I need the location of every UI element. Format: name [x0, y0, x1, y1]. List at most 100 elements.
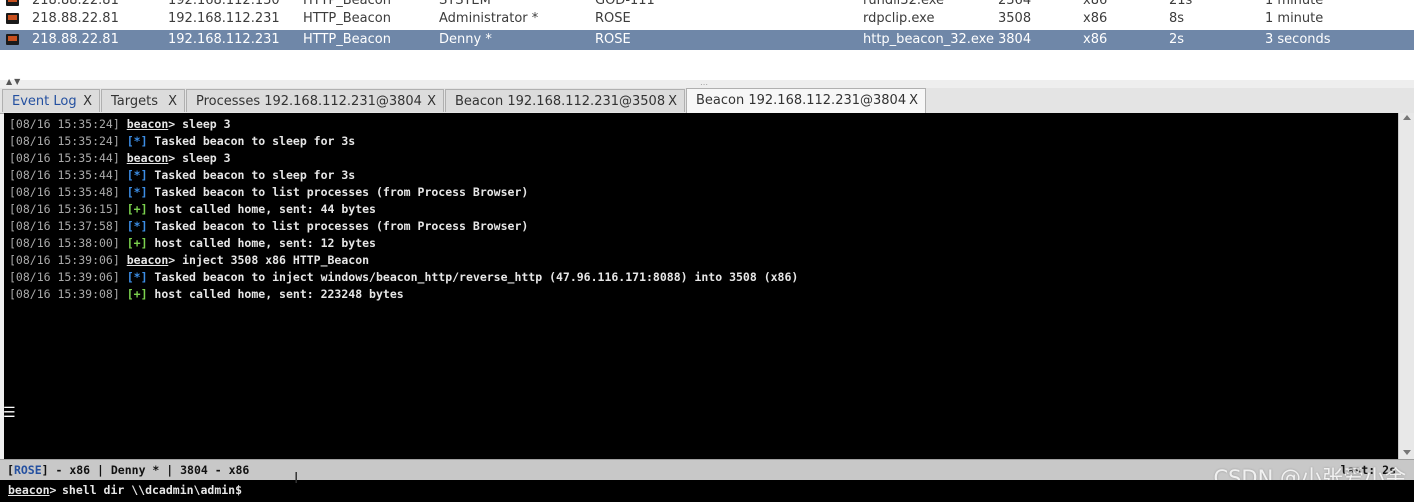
tab-bar: Event Log X Targets X Processes 192.168.112.… [0, 88, 1414, 114]
tab-2[interactable]: Targets X [101, 89, 185, 112]
tab-5[interactable]: Beacon 192.168.112.231@3804 X [686, 88, 926, 113]
scroll-down-icon[interactable] [1403, 450, 1411, 455]
close-icon[interactable]: X [427, 90, 436, 113]
console-success-marker: [+] [126, 236, 148, 250]
session-internal-ip: 192.168.112.231 [168, 11, 280, 26]
session-computer: ROSE [595, 32, 631, 47]
console-timestamp: [08/16 15:35:24] [9, 117, 120, 131]
console-success-marker: [+] [126, 287, 148, 301]
session-process: http_beacon_32.exe [863, 32, 994, 47]
tab-label: Targets [111, 94, 158, 109]
console-line: [08/16 15:39:06] [*] Tasked beacon to in… [9, 269, 798, 286]
console-text: Tasked beacon to list processes (from Pr… [147, 219, 529, 233]
session-listener: HTTP_Beacon [303, 32, 391, 47]
command-bar: beacon> [0, 480, 1414, 502]
input-prompt-label: beacon [8, 483, 50, 497]
console-text: > inject 3508 x86 HTTP_Beacon [168, 253, 370, 267]
console-timestamp: [08/16 15:39:06] [9, 253, 120, 267]
console-info-marker: [*] [126, 185, 148, 199]
close-icon[interactable]: X [668, 90, 677, 113]
command-input[interactable] [62, 481, 1402, 499]
console-line: [08/16 15:36:15] [+] host called home, s… [9, 201, 798, 218]
console-text: Tasked beacon to list processes (from Pr… [147, 185, 529, 199]
input-prompt: beacon> [8, 480, 56, 500]
tab-3[interactable]: Processes 192.168.112.231@3804 X [186, 89, 444, 112]
splitter-arrows-icon[interactable]: ▲▼ [6, 77, 22, 86]
console-timestamp: [08/16 15:39:08] [9, 287, 120, 301]
console-line: [08/16 15:39:06] beacon> inject 3508 x86… [9, 252, 798, 269]
console-line: [08/16 15:35:24] beacon> sleep 3 [9, 116, 798, 133]
session-user: Denny * [439, 32, 492, 47]
console-text: Tasked beacon to sleep for 3s [147, 168, 356, 182]
session-row[interactable]: 218.88.22.81 192.168.112.231 HTTP_Beacon Ad… [0, 9, 1414, 29]
console-line: [08/16 15:35:48] [*] Tasked beacon to li… [9, 184, 798, 201]
input-prompt-suffix: > [49, 483, 57, 497]
console-info-marker: [*] [126, 219, 148, 233]
status-open: [ [7, 463, 14, 477]
session-last: 1 minute [1265, 11, 1324, 26]
text-cursor-icon: I [294, 469, 299, 487]
beacon-console: [08/16 15:35:24] beacon> sleep 3 [08/16 1… [4, 113, 1398, 459]
tab-label: Beacon 192.168.112.231@3804 [696, 93, 907, 108]
close-icon[interactable]: X [168, 90, 177, 113]
tab-label: Event Log [12, 94, 77, 109]
session-pid: 3508 [998, 11, 1032, 26]
console-line: [08/16 15:35:44] beacon> sleep 3 [9, 150, 798, 167]
console-prompt: beacon [126, 117, 169, 131]
console-timestamp: [08/16 15:35:44] [9, 168, 120, 182]
session-process: rdpclip.exe [863, 11, 935, 26]
console-success-marker: [+] [126, 202, 148, 216]
session-table: 218.88.22.81 192.168.112.130 HTTP_Beacon SY… [0, 0, 1414, 80]
close-icon[interactable]: X [909, 89, 918, 112]
console-line: [08/16 15:35:44] [*] Tasked beacon to sl… [9, 167, 798, 184]
session-arch: x86 [1083, 11, 1108, 26]
tab-label: Processes 192.168.112.231@3804 [196, 94, 422, 109]
session-pid: 3804 [998, 32, 1032, 47]
tab-label: Beacon 192.168.112.231@3508 [455, 94, 666, 109]
session-sleep: 8s [1169, 11, 1185, 26]
console-prompt: beacon [126, 151, 169, 165]
menu-grip-icon[interactable]: ☰ [3, 403, 17, 423]
session-row[interactable]: 218.88.22.81 192.168.112.231 HTTP_Beacon De… [0, 30, 1414, 50]
beacon-session-icon [6, 30, 22, 50]
tab-1[interactable]: Event Log X [2, 89, 100, 112]
console-timestamp: [08/16 15:35:24] [9, 134, 120, 148]
close-icon[interactable]: X [83, 90, 92, 113]
console-timestamp: [08/16 15:37:58] [9, 219, 120, 233]
console-info-marker: [*] [126, 168, 148, 182]
console-timestamp: [08/16 15:35:44] [9, 151, 120, 165]
console-scrollbar[interactable] [1398, 113, 1414, 459]
console-line: [08/16 15:37:58] [*] Tasked beacon to li… [9, 218, 798, 235]
console-line: [08/16 15:39:08] [+] host called home, s… [9, 286, 798, 303]
session-external-ip: 218.88.22.81 [32, 32, 119, 47]
console-output: [08/16 15:35:24] beacon> sleep 3 [08/16 1… [9, 116, 798, 303]
console-timestamp: [08/16 15:35:48] [9, 185, 120, 199]
tab-4[interactable]: Beacon 192.168.112.231@3508 X [445, 89, 685, 112]
session-user: Administrator * [439, 11, 539, 26]
session-sleep: 2s [1169, 32, 1185, 47]
console-line: [08/16 15:35:24] [*] Tasked beacon to sl… [9, 133, 798, 150]
console-text: host called home, sent: 223248 bytes [147, 287, 404, 301]
status-host: ROSE [13, 463, 42, 477]
console-text: host called home, sent: 44 bytes [147, 202, 376, 216]
session-arch: x86 [1083, 32, 1108, 47]
scroll-up-icon[interactable] [1403, 115, 1411, 120]
session-listener: HTTP_Beacon [303, 11, 391, 26]
session-computer: ROSE [595, 11, 631, 26]
pane-splitter[interactable]: ▲▼ ⋯ [0, 77, 1414, 89]
console-info-marker: [*] [126, 270, 148, 284]
beacon-status-bar: [ROSE] - x86 | Denny * | 3804 - x86 last… [0, 459, 1414, 481]
console-text: Tasked beacon to inject windows/beacon_h… [147, 270, 799, 284]
beacon-session-icon [6, 9, 22, 29]
status-details: ] - x86 | Denny * | 3804 - x86 [41, 463, 250, 477]
console-info-marker: [*] [126, 134, 148, 148]
console-text: > sleep 3 [168, 117, 231, 131]
status-text: [ROSE] - x86 | Denny * | 3804 - x86 [7, 460, 249, 481]
console-text: Tasked beacon to sleep for 3s [147, 134, 356, 148]
session-external-ip: 218.88.22.81 [32, 11, 119, 26]
session-internal-ip: 192.168.112.231 [168, 32, 280, 47]
console-timestamp: [08/16 15:38:00] [9, 236, 120, 250]
console-prompt: beacon [126, 253, 169, 267]
console-timestamp: [08/16 15:39:06] [9, 270, 120, 284]
console-text: host called home, sent: 12 bytes [147, 236, 376, 250]
